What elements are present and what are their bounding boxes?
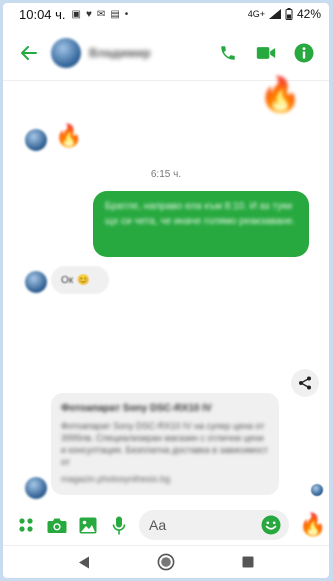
smiley-emoji: 😊	[77, 274, 90, 286]
header-actions	[217, 42, 315, 64]
triangle-back-icon	[79, 556, 89, 568]
system-nav-bar	[3, 545, 329, 578]
microphone-icon	[112, 516, 126, 534]
signal-icon	[268, 9, 281, 19]
share-icon	[299, 376, 311, 390]
link-title: Фотоапарат Sony DSC-RX10 IV	[61, 403, 212, 414]
nav-home-button[interactable]	[154, 550, 178, 574]
quick-reaction-button[interactable]: 🔥	[299, 512, 326, 538]
voice-message-button[interactable]	[108, 514, 130, 536]
message-input-wrapper	[139, 510, 289, 540]
phone-screen: 10:04 ч. ▣ ♥ ✉ ▤ • 4G+ 42% Владимир 🔥 🔥 …	[3, 3, 329, 578]
message-list[interactable]: 🔥 🔥 6:15 ч. Братле, направо ела към 8:10…	[3, 76, 329, 505]
tv-icon: ▤	[110, 8, 120, 20]
battery-percent: 42%	[296, 7, 321, 21]
fire-emoji-message[interactable]: 🔥	[55, 123, 82, 149]
sender-avatar	[25, 129, 47, 151]
nav-recents-button[interactable]	[236, 550, 260, 574]
sender-avatar	[25, 477, 47, 499]
dot-icon: •	[124, 8, 129, 20]
back-button[interactable]	[9, 33, 49, 73]
link-description: Фотоапарат Sony DSC-RX10 IV на супер цен…	[61, 421, 268, 467]
mail-icon: ✉	[96, 8, 106, 20]
arrow-left-icon	[21, 45, 37, 60]
four-dots-icon	[19, 518, 33, 532]
sender-avatar	[25, 271, 47, 293]
camera-icon	[47, 518, 67, 533]
notification-icons: ▣ ♥ ✉ ▤ •	[72, 9, 129, 20]
network-type: 4G+	[247, 9, 265, 19]
link-url: magazin.photosynthesis.bg	[61, 474, 171, 484]
link-preview-card[interactable]: Фотоапарат Sony DSC-RX10 IV Фотоапарат S…	[51, 393, 279, 495]
video-call-button[interactable]	[255, 42, 277, 64]
battery-icon	[285, 8, 293, 20]
message-composer: 🔥	[3, 505, 329, 545]
camera-button[interactable]	[46, 514, 68, 536]
calendar-icon: ▣	[71, 8, 81, 20]
fire-emoji-message[interactable]: 🔥	[259, 75, 301, 115]
share-button[interactable]	[291, 369, 319, 397]
conversation-header: Владимир	[3, 25, 329, 81]
status-bar: 10:04 ч. ▣ ♥ ✉ ▤ • 4G+ 42%	[3, 3, 329, 25]
image-icon	[79, 517, 97, 533]
info-button[interactable]	[293, 42, 315, 64]
seen-indicator-avatar	[311, 484, 323, 496]
outgoing-message-bubble[interactable]: Братле, направо ела към 8:10. И аз туки …	[93, 191, 309, 257]
call-button[interactable]	[217, 42, 239, 64]
outgoing-message-text: Братле, направо ела към 8:10. И аз туки …	[105, 201, 296, 227]
message-timestamp: 6:15 ч.	[150, 169, 182, 180]
status-right: 4G+ 42%	[248, 7, 321, 21]
video-camera-icon	[256, 46, 276, 59]
status-time: 10:04 ч.	[19, 6, 66, 22]
contact-name[interactable]: Владимир	[89, 46, 151, 60]
gallery-button[interactable]	[77, 514, 99, 536]
info-icon	[294, 43, 314, 62]
incoming-message-text: Ок	[61, 274, 74, 286]
square-recents-icon	[242, 556, 254, 568]
circle-home-icon	[157, 553, 175, 571]
avatar[interactable]	[51, 37, 81, 68]
nav-back-button[interactable]	[72, 550, 96, 574]
phone-icon	[221, 45, 235, 60]
heart-icon: ♥	[85, 8, 92, 20]
smiley-icon[interactable]	[261, 515, 281, 535]
apps-button[interactable]	[15, 514, 37, 536]
incoming-message-bubble[interactable]: Ок 😊	[51, 266, 109, 294]
